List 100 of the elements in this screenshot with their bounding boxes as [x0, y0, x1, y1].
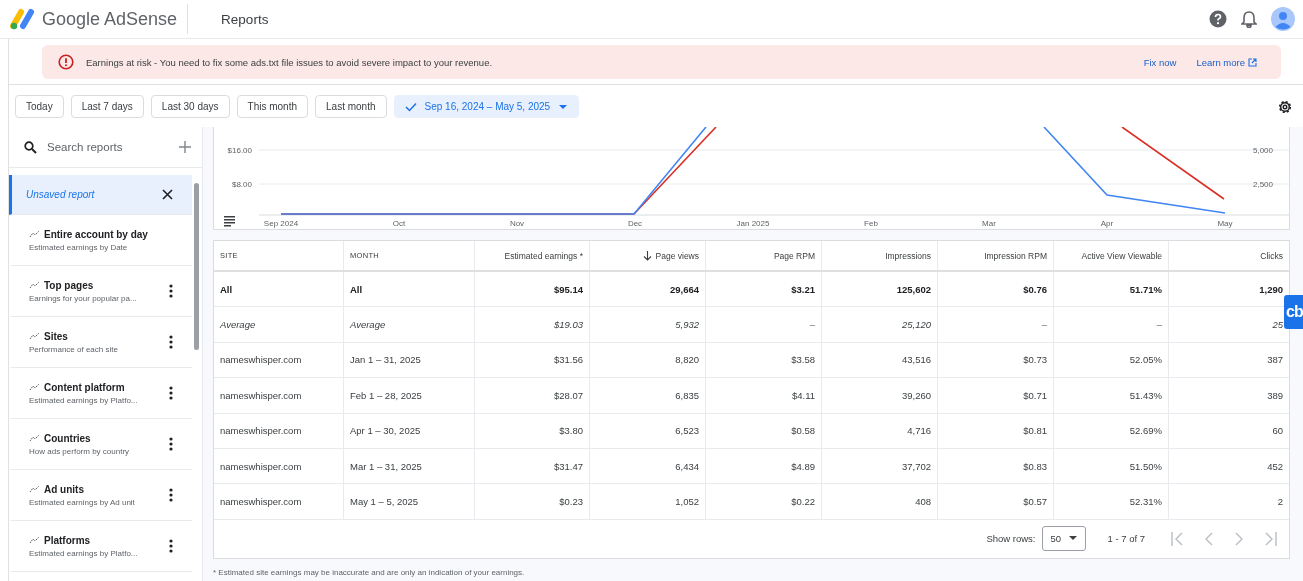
page-title: Reports: [221, 11, 269, 27]
more-options-icon[interactable]: [169, 539, 173, 553]
sort-arrow-icon: [642, 250, 652, 261]
trend-icon: [29, 332, 40, 340]
axis-label: May: [1217, 219, 1233, 228]
table-cell: 5,932: [590, 307, 706, 342]
report-title: Top pages: [44, 279, 94, 291]
more-options-icon[interactable]: [169, 284, 173, 298]
table-cell: $3.58: [706, 342, 822, 378]
trend-icon: [29, 536, 40, 544]
table-cell: $31.56: [475, 342, 590, 378]
date-range-chip[interactable]: Last month: [315, 95, 387, 118]
table-cell: $95.14: [475, 272, 590, 307]
date-range-chip[interactable]: Sep 16, 2024 – May 5, 2025: [393, 95, 580, 118]
report-title: Unsaved report: [26, 189, 96, 200]
table-cell: All: [344, 272, 475, 307]
banner-message: Earnings at risk - You need to fix some ads.txt file issues to avoid severe impact to your revenue.: [86, 56, 493, 68]
axis-label: Jan 2025: [736, 219, 770, 228]
report-title: Entire account by day: [44, 228, 148, 240]
report-list-item[interactable]: Sites Performance of each site: [9, 317, 192, 368]
axis-label: Sep 2024: [263, 219, 299, 228]
report-title: Platforms: [44, 534, 91, 546]
report-description: Estimated earnings by Platfo...: [29, 548, 139, 558]
report-description: Performance of each site: [29, 344, 119, 354]
column-header[interactable]: Clicks: [1169, 241, 1289, 270]
more-options-icon[interactable]: [169, 386, 173, 400]
axis-label: 5,000: [1252, 146, 1273, 155]
table-cell: $3.21: [706, 272, 822, 307]
chart-menu-icon[interactable]: [224, 216, 235, 227]
column-header[interactable]: Page RPM: [706, 241, 822, 270]
dropdown-arrow-icon: [558, 103, 569, 110]
table-cell: nameswhisper.com: [214, 342, 344, 378]
table-cell: $3.80: [475, 413, 590, 448]
table-cell-text: 389: [1266, 388, 1284, 403]
table-cell: Average: [344, 307, 475, 342]
check-icon: [404, 101, 417, 112]
notifications-icon[interactable]: [1241, 10, 1257, 28]
axis-label: Apr: [1100, 219, 1114, 228]
table-cell: 39,260: [822, 378, 938, 413]
column-header[interactable]: Impression RPM: [938, 241, 1054, 270]
scrollbar-thumb[interactable]: [194, 183, 199, 350]
settings-icon[interactable]: [1277, 98, 1293, 115]
axis-label: Nov: [509, 219, 525, 228]
avatar-icon[interactable]: [1271, 7, 1295, 31]
table-cell: $31.47: [475, 448, 590, 484]
table-cell: $19.03: [475, 307, 590, 342]
report-list-item[interactable]: Unsaved report: [9, 175, 192, 215]
report-list-item[interactable]: Entire account by day Estimated earnings by Date: [9, 215, 192, 266]
extension-badge[interactable]: cb: [1284, 295, 1303, 329]
add-icon[interactable]: [179, 141, 191, 153]
close-icon[interactable]: [162, 189, 173, 200]
date-range-chip[interactable]: Last 30 days: [150, 95, 230, 118]
table-cell: 408: [822, 484, 938, 519]
table-cell: $4.11: [706, 378, 822, 413]
report-list-item[interactable]: Platforms Estimated earnings by Platfo...: [9, 521, 192, 572]
report-description: Earnings for your popular pa...: [29, 293, 138, 303]
table-cell: 52.05%: [1054, 342, 1169, 378]
table-cell: 52.31%: [1054, 484, 1169, 519]
rows-per-page-select[interactable]: 50: [1041, 526, 1086, 552]
report-title: Content platform: [44, 381, 125, 393]
report-title: Countries: [44, 432, 91, 444]
column-header[interactable]: Impressions: [822, 241, 938, 270]
table-cell: May 1 – 5, 2025: [344, 484, 475, 519]
page-range: 1 - 7 of 7: [1107, 533, 1145, 545]
report-list-item[interactable]: Top pages Earnings for your popular pa...: [9, 266, 192, 317]
search-field[interactable]: Search reports: [45, 140, 171, 154]
table-cell: nameswhisper.com: [214, 448, 344, 484]
report-description: Estimated earnings by Platfo...: [29, 395, 139, 405]
report-list-item[interactable]: Ad units Estimated earnings by Ad unit: [9, 470, 192, 521]
table-cell: Average: [214, 307, 344, 342]
table-cell: 8,820: [590, 342, 706, 378]
table-cell-text: 1,290: [1258, 282, 1284, 297]
learn-more-link[interactable]: Learn more: [1196, 56, 1257, 68]
logo-icon: [10, 8, 36, 30]
date-range-chip[interactable]: Last 7 days: [70, 95, 144, 118]
fix-now-link[interactable]: Fix now: [1143, 56, 1177, 68]
date-range-chip[interactable]: This month: [236, 95, 309, 118]
table-cell: $0.23: [475, 484, 590, 519]
table-cell-text: 2: [1276, 495, 1284, 510]
more-options-icon[interactable]: [169, 335, 173, 349]
report-list-item[interactable]: Content platform Estimated earnings by Platfo...: [9, 368, 192, 419]
column-header[interactable]: Active View Viewable: [1054, 241, 1169, 270]
table-cell: $28.07: [475, 378, 590, 413]
column-header[interactable]: Page views: [590, 241, 706, 270]
help-icon[interactable]: [1209, 10, 1227, 28]
more-options-icon[interactable]: [169, 488, 173, 502]
more-options-icon[interactable]: [169, 437, 173, 451]
report-list-item[interactable]: Countries How ads perform by country: [9, 419, 192, 470]
table-cell: 6,434: [590, 448, 706, 484]
table-cell: $4.89: [706, 448, 822, 484]
trend-icon: [29, 485, 40, 493]
trend-icon: [29, 281, 40, 289]
table-cell: 6,835: [590, 378, 706, 413]
table-cell: 1,052: [590, 484, 706, 519]
column-header[interactable]: Estimated earnings *: [475, 241, 590, 270]
axis-label: Mar: [982, 219, 996, 228]
date-range-chip[interactable]: Today: [15, 95, 64, 118]
axis-label: Dec: [627, 219, 643, 228]
table-cell: $0.83: [938, 448, 1054, 484]
axis-label: 2,500: [1252, 180, 1273, 189]
